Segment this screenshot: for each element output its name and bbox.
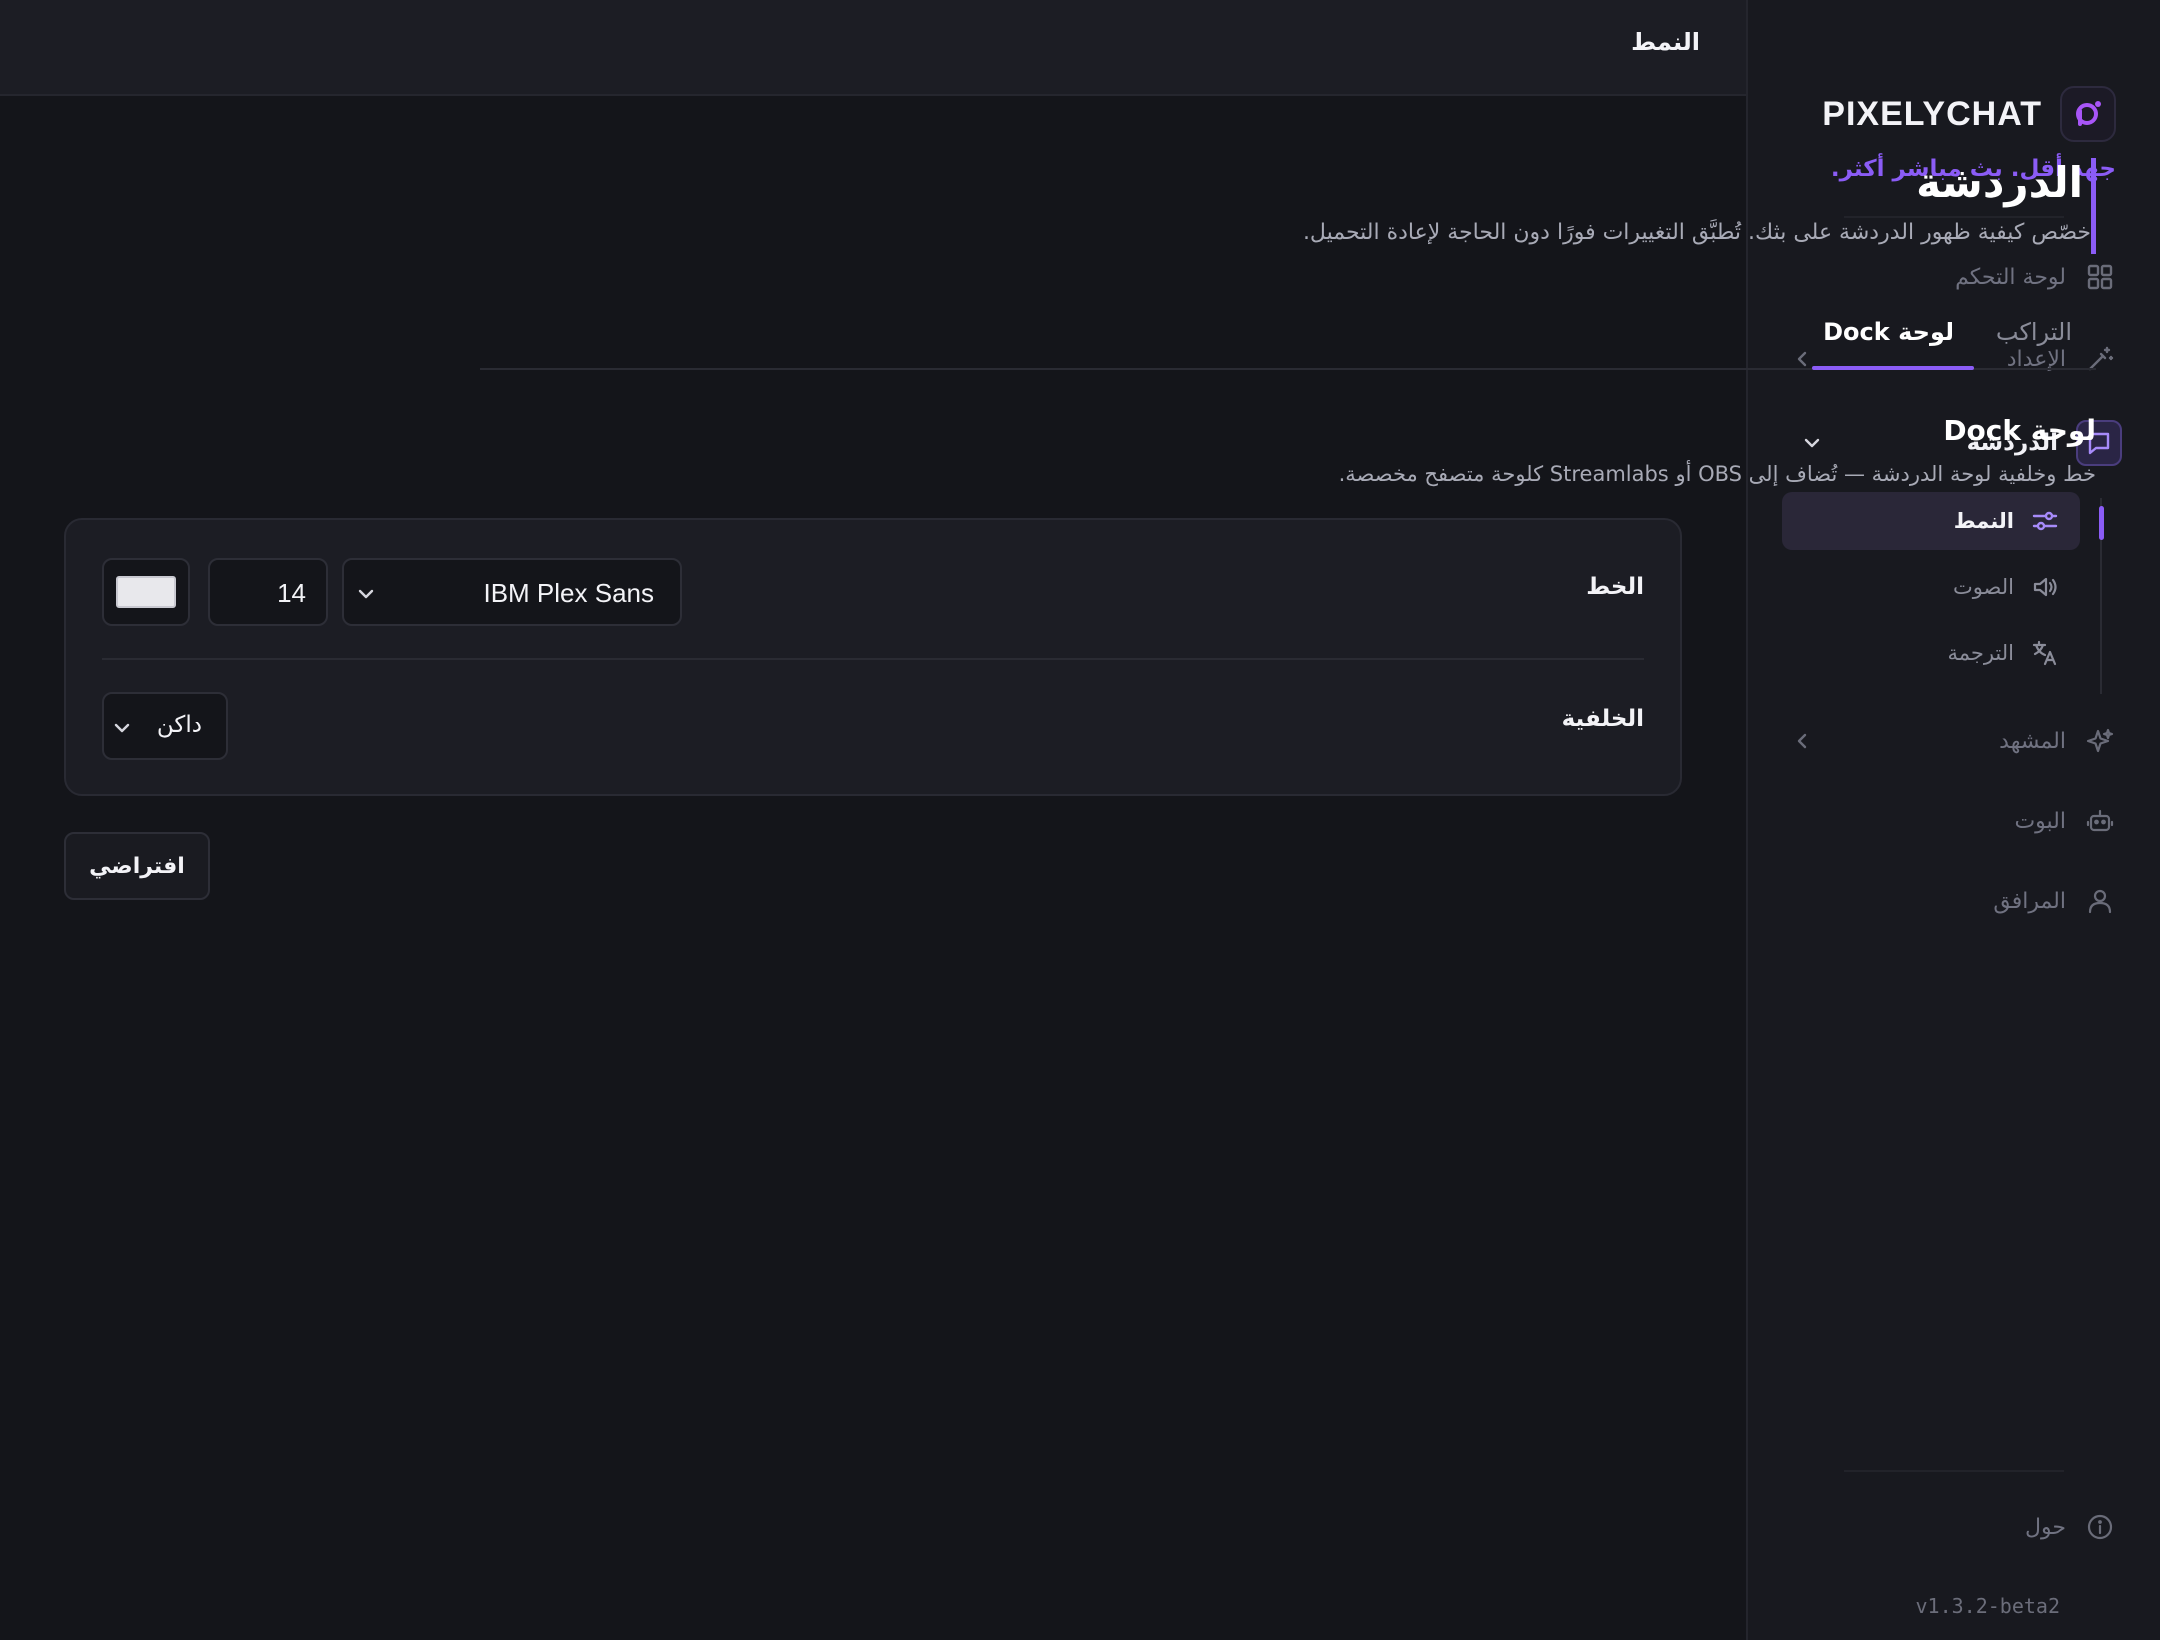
sidebar-item-scene[interactable]: المشهد: [1790, 716, 2116, 766]
sparkles-icon: [2084, 725, 2116, 757]
brand-name: PIXELYCHAT: [1822, 94, 2042, 133]
page-subtitle: خصّص كيفية ظهور الدردشة على بثك. تُطبَّق…: [1302, 220, 2091, 245]
robot-icon: [2084, 805, 2116, 837]
sidebar-subitem-style[interactable]: النمط: [1782, 492, 2080, 550]
section-subtitle: خط وخلفية لوحة الدردشة — تُضاف إلى OBS أ…: [1338, 462, 2096, 486]
topbar: النمط: [0, 0, 1746, 96]
sidebar-item-label: لوحة التحكم: [1955, 264, 2066, 290]
app-version: v1.3.2-beta2: [1915, 1594, 2061, 1618]
section-title: لوحة Dock: [1943, 414, 2096, 447]
sidebar-item-label: البوت: [2014, 808, 2066, 834]
chevron-left-icon: [1790, 729, 1814, 753]
info-icon: [2084, 1511, 2116, 1543]
sidebar-item-about[interactable]: حول: [1790, 1502, 2116, 1552]
chevron-down-icon: [1800, 431, 1824, 455]
speaker-icon: [2030, 572, 2060, 602]
sidebar-subitem-label: الترجمة: [1947, 641, 2014, 665]
topbar-title: النمط: [1631, 28, 1700, 56]
chevron-down-icon: [110, 716, 134, 740]
page-title: الدردشة: [1916, 158, 2083, 207]
sidebar-item-label: المرافق: [1993, 888, 2066, 914]
user-icon: [2084, 885, 2116, 917]
sidebar-divider: [1844, 1470, 2064, 1472]
pixelychat-logo-icon: [2060, 86, 2116, 142]
tab-overlay[interactable]: التراكب: [1996, 318, 2072, 346]
sidebar-item-dashboard[interactable]: لوحة التحكم: [1790, 252, 2116, 302]
reset-default-button[interactable]: افتراضي: [64, 832, 210, 900]
row-divider: [102, 658, 1644, 660]
sidebar-item-label: المشهد: [1999, 728, 2066, 754]
translate-icon: [2030, 638, 2060, 668]
sliders-icon: [2030, 506, 2060, 536]
tabs: التراكب لوحة Dock: [480, 300, 2096, 370]
sidebar-subitem-sound[interactable]: الصوت: [1782, 558, 2080, 616]
font-label: الخط: [1586, 574, 1644, 600]
font-family-value: IBM Plex Sans: [483, 578, 654, 608]
brand: PIXELYCHAT: [1822, 86, 2116, 142]
active-tab-indicator: [1812, 366, 1974, 370]
chevron-down-icon: [354, 582, 378, 606]
font-family-select[interactable]: IBM Plex Sans: [342, 558, 682, 626]
sidebar-item-label: حول: [2025, 1514, 2066, 1540]
font-color-picker[interactable]: [102, 558, 190, 626]
page-header: الدردشة خصّص كيفية ظهور الدردشة على بثك.…: [1196, 158, 2096, 254]
color-swatch: [116, 576, 176, 608]
font-size-value: 14: [277, 578, 306, 608]
background-label: الخلفية: [1561, 706, 1644, 732]
sidebar-subitem-translation[interactable]: الترجمة: [1782, 624, 2080, 682]
sidebar-subitem-label: النمط: [1953, 509, 2014, 533]
settings-card: الخط IBM Plex Sans 14 الخلفية داكن: [64, 518, 1682, 796]
tab-dock-panel[interactable]: لوحة Dock: [1823, 318, 1954, 346]
font-size-input[interactable]: 14: [208, 558, 328, 626]
app-window: PIXELYCHAT جهد أقل. بث مباشر أكثر. لوحة …: [0, 0, 2160, 1640]
sidebar-item-bot[interactable]: البوت: [1790, 796, 2116, 846]
background-value: داكن: [156, 712, 202, 738]
sidebar-subitem-label: الصوت: [1952, 575, 2014, 599]
submenu-active-marker: [2099, 506, 2104, 540]
sidebar-item-companion[interactable]: المرافق: [1790, 876, 2116, 926]
background-select[interactable]: داكن: [102, 692, 228, 760]
grid-icon: [2084, 261, 2116, 293]
